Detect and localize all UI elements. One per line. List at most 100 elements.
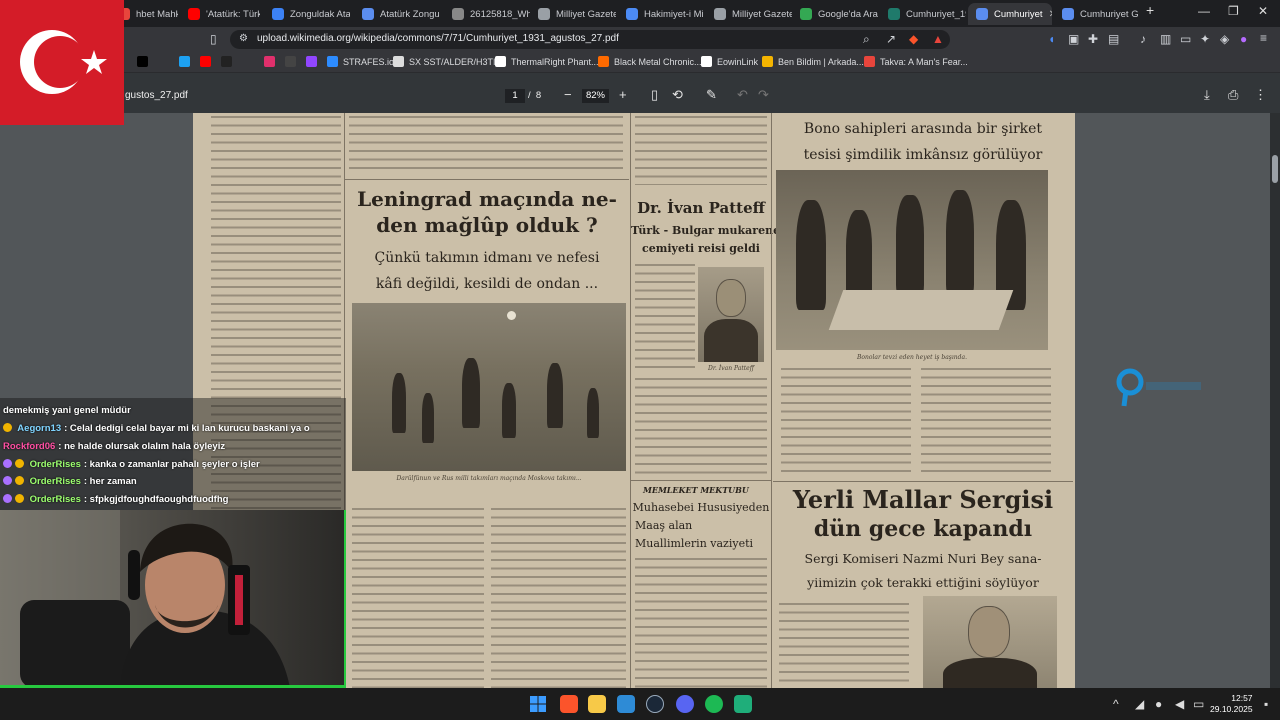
scrollbar[interactable] [1270,113,1280,688]
subheadline-leningrad-2: kâfi değildi, kesildi de ondan ... [375,276,599,292]
bookmark-icon [762,56,773,67]
annotate-icon[interactable]: ✎ [706,87,717,103]
bookmark-blackmetal[interactable]: Black Metal Chronic... [598,56,702,67]
bookmark-item[interactable] [285,56,296,67]
badge-icon [15,494,24,503]
app-icon[interactable] [734,695,752,713]
more-options-icon[interactable]: ⋮ [1254,87,1267,103]
bookmark-instagram[interactable] [264,56,275,67]
zoom-out-icon[interactable]: − [564,87,572,102]
redo-icon[interactable]: ↷ [758,87,769,103]
browser-tab[interactable]: 26125818_Whe [444,3,530,25]
rule [345,179,629,180]
browser-tab[interactable]: Zonguldak Ata [264,3,350,25]
tab-title: Zonguldak Ata [290,8,350,20]
bookmark-sx[interactable]: SX SST/ALDER/H3TI... [393,56,503,67]
puzzle-icon[interactable]: ✚ [1088,32,1098,46]
fit-page-icon[interactable]: ▯ [651,87,658,103]
bookmark-twitch[interactable] [306,56,317,67]
zoom-level-input[interactable]: 82% [582,89,609,103]
badge-icon [3,423,12,432]
bookmark-benbildim[interactable]: Ben Bildim | Arkada... [762,56,864,67]
headline-patteff: Dr. İvan Patteff [637,199,765,217]
search-icon[interactable]: ⌕ [863,32,870,47]
bookmark-eowinlink[interactable]: EowinLink [701,56,758,67]
battery-icon[interactable]: ▭ [1193,697,1204,711]
download-icon[interactable]: ⤓ [1204,87,1210,103]
print-icon[interactable]: ⎙ [1228,87,1238,103]
browser-tab[interactable]: Google'da Ara [792,3,878,25]
extension-icon[interactable]: ▣ [1068,32,1079,46]
system-clock[interactable]: 12:57 29.10.2025 [1210,693,1253,715]
url-field[interactable]: ⚙ upload.wikimedia.org/wikipedia/commons… [230,30,950,49]
brave-browser-icon[interactable] [560,695,578,713]
browser-tab[interactable]: 'Atatürk: Türkle [180,3,260,25]
windows-taskbar: ^ ◢ ● ◀ ▭ 12:57 29.10.2025 ▪ [0,688,1280,720]
football-photo [352,303,626,471]
browser-tab[interactable]: Hakimiyet-i Mil [618,3,704,25]
bookmark-thermalright[interactable]: ThermalRight Phant... [495,56,599,67]
browser-tab-active[interactable]: Cumhuriyet ✕ [968,3,1052,25]
bookmark-label: SX SST/ALDER/H3TI... [409,56,504,67]
browser-tab[interactable]: Milliyet Gazete [706,3,792,25]
page-number-input[interactable]: 1 [505,89,525,103]
chat-username: Aegorn13 [17,423,62,434]
notification-icon[interactable]: ▪ [1264,697,1268,711]
tray-chevron-icon[interactable]: ^ [1113,697,1119,711]
undo-icon[interactable]: ↶ [737,87,748,103]
rewards-icon[interactable]: ▲ [932,32,944,46]
brave-shield-icon[interactable]: ◆ [909,32,918,46]
audio-icon[interactable]: ◖ [1048,32,1055,46]
sidebar-icon[interactable]: ▭ [1180,32,1191,46]
reading-list-icon[interactable]: ▥ [1160,32,1171,46]
extension-icon[interactable]: ▤ [1108,32,1119,46]
tab-favicon-icon [714,8,726,20]
article-text [635,261,695,371]
twitch-icon [306,56,317,67]
browser-tab[interactable]: Milliyet Gazete [530,3,616,25]
vpn-icon[interactable]: ● [1240,32,1247,46]
youtube-icon [188,8,200,20]
zoom-in-icon[interactable]: + [619,87,627,102]
tab-favicon-icon [626,8,638,20]
stream-chat: demekmiş yani genel müdür Aegorn13: Cela… [0,398,346,510]
bookmark-x[interactable] [221,56,232,67]
tab-favicon-icon [1062,8,1074,20]
steam-icon[interactable] [646,695,664,713]
photos-icon[interactable] [617,695,635,713]
bookmark-youtube[interactable] [200,56,211,67]
rotate-icon[interactable]: ⟲ [672,87,683,103]
scrollbar-thumb[interactable] [1272,155,1278,183]
browser-tab[interactable]: Cumhuriyet_19 [880,3,966,25]
spotify-icon[interactable] [705,695,723,713]
close-tab-icon[interactable]: ✕ [1049,9,1052,20]
menu-icon[interactable]: ≡ [1260,31,1267,45]
network-icon[interactable]: ◢ [1135,697,1144,711]
ai-icon[interactable]: ✦ [1200,32,1210,46]
badge-icon [3,476,12,485]
bookmark-icon[interactable]: ▯ [210,32,217,46]
headline-bono: Bono sahipleri arasında bir şirket [803,121,1043,137]
windows-start-icon[interactable] [529,695,547,713]
microphone-icon[interactable]: ● [1155,697,1162,711]
bookmark-takva[interactable]: Takva: A Man's Fear... [864,56,968,67]
site-info-icon[interactable]: ⚙ [239,33,248,44]
volume-icon[interactable]: ◀ [1175,697,1184,711]
maximize-icon[interactable]: ❐ [1228,4,1239,18]
bookmark-strafes[interactable]: STRAFES.io [327,56,394,67]
music-icon[interactable]: ♪ [1140,32,1146,46]
file-explorer-icon[interactable] [588,695,606,713]
share-icon[interactable]: ↗ [886,32,896,46]
bookmark-tiktok[interactable] [137,56,148,67]
wallet-icon[interactable]: ◈ [1220,32,1229,46]
bookmark-item[interactable] [179,56,190,67]
new-tab-button[interactable]: + [1146,2,1154,18]
subheadline-leningrad: Çünkü takımın idmanı ve nefesi [374,250,600,266]
address-bar: ▯ ⚙ upload.wikimedia.org/wikipedia/commo… [0,27,1280,52]
browser-tab[interactable]: Atatürk Zongul [354,3,440,25]
tab-strip: hbet Mahkem 'Atatürk: Türkle Zonguldak A… [0,0,1280,27]
browser-tab[interactable]: Cumhuriyet Ga [1054,3,1138,25]
discord-icon[interactable] [676,695,694,713]
close-window-icon[interactable]: ✕ [1258,4,1268,18]
minimize-icon[interactable]: — [1198,4,1210,18]
